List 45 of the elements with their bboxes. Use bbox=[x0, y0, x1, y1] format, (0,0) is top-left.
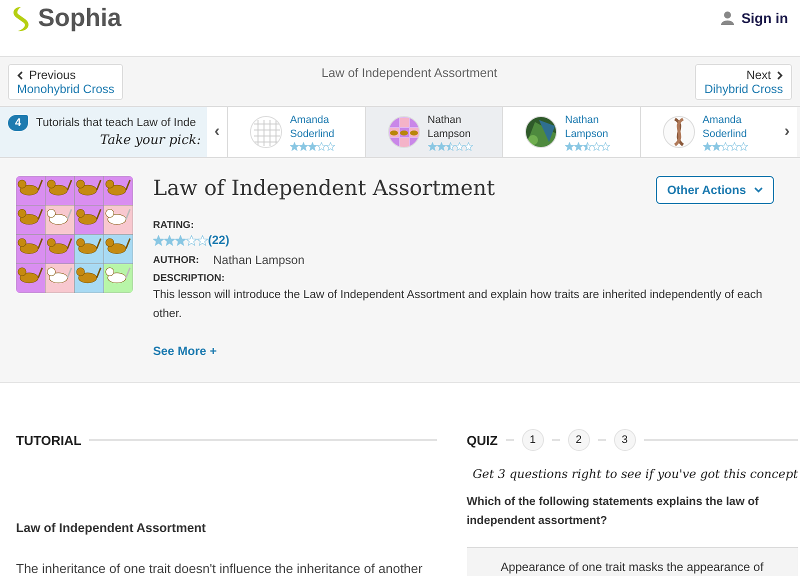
next-button[interactable]: Next Dihybrid Cross bbox=[695, 64, 792, 100]
question-step[interactable]: 2 bbox=[568, 429, 590, 451]
author-name: Nathan bbox=[428, 114, 462, 126]
tutorial-card[interactable]: Amanda Soderlind bbox=[640, 107, 777, 157]
chevron-left-icon bbox=[17, 70, 23, 80]
pick-text: Take your pick: bbox=[100, 133, 201, 148]
tutorial-subtitle: Law of Independent Assortment bbox=[16, 521, 207, 535]
quiz-question: Which of the following statements explains the law of independent assortment? bbox=[466, 495, 760, 529]
lesson-title: Law of Independent Assortment bbox=[153, 176, 495, 200]
section-heading: QUIZ bbox=[466, 432, 498, 448]
tutorials-text: Tutorials that teach Law of Inde bbox=[36, 117, 196, 129]
rating-label: RATING: bbox=[153, 220, 195, 231]
author-name: Lampson bbox=[428, 128, 472, 140]
scroll-right-button[interactable]: › bbox=[777, 107, 797, 157]
rating-count: (22) bbox=[208, 233, 230, 247]
author-name: Amanda bbox=[290, 114, 330, 126]
tutorial-card[interactable]: Nathan Lampson bbox=[502, 107, 640, 157]
author-name: Nathan bbox=[565, 114, 600, 126]
person-icon bbox=[721, 11, 734, 25]
page-title: Law of Independent Assortment bbox=[321, 66, 498, 80]
see-more-link[interactable]: See More + bbox=[153, 344, 217, 358]
logo-text: Sophia bbox=[38, 4, 122, 33]
tutorial-text: The inheritance of one trait doesn't influence the inheritance of another bbox=[16, 561, 424, 576]
previous-button[interactable]: Previous Monohybrid Cross bbox=[8, 64, 124, 100]
question-step[interactable]: 3 bbox=[614, 429, 636, 451]
section-heading: TUTORIAL bbox=[16, 432, 82, 448]
tutorial-card[interactable]: Nathan Lampson bbox=[364, 107, 502, 157]
description-text: This lesson will introduce the Law of Independent Assortment and explain how traits are inherited independently of each other. bbox=[153, 288, 764, 322]
answer-option[interactable]: Appearance of one trait masks the appearance of bbox=[466, 547, 798, 576]
description-label: DESCRIPTION: bbox=[153, 273, 226, 284]
author-name: Lampson bbox=[565, 128, 610, 140]
scroll-left-button[interactable]: ‹ bbox=[207, 107, 227, 157]
author-name: Amanda bbox=[702, 114, 743, 126]
quiz-prompt: Get 3 questions right to see if you've got this concept bbox=[472, 467, 798, 481]
author-name: Soderlind bbox=[290, 128, 335, 140]
count-badge: 4 bbox=[8, 115, 28, 131]
tutorial-card[interactable]: Amanda Soderlind bbox=[227, 107, 364, 157]
chevron-right-icon bbox=[777, 70, 783, 80]
author-label: AUTHOR: bbox=[153, 254, 200, 266]
author-name: Nathan Lampson bbox=[213, 253, 305, 267]
other-actions-button[interactable]: Other Actions bbox=[656, 176, 774, 204]
question-step[interactable]: 1 bbox=[522, 429, 544, 451]
sign-in-link[interactable]: Sign in bbox=[721, 10, 788, 26]
chevron-down-icon bbox=[754, 187, 763, 193]
author-name: Soderlind bbox=[702, 128, 748, 140]
